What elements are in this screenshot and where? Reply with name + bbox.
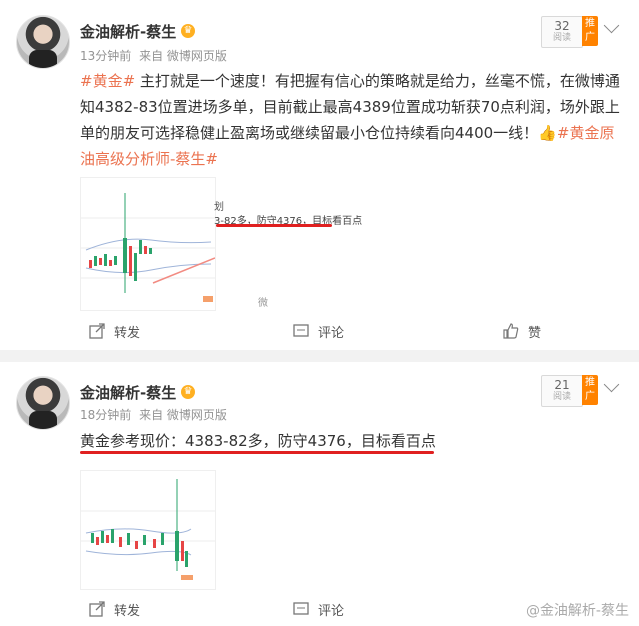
forward-button[interactable]: 转发 — [88, 594, 140, 624]
read-count-label: 阅读 — [552, 392, 571, 402]
read-count-box: 32 阅读 — [541, 16, 583, 48]
action-bar: 转发 评论 赞 — [0, 316, 639, 346]
forward-label: 转发 — [114, 325, 141, 341]
read-count-label: 阅读 — [552, 33, 571, 43]
promote-button[interactable]: 推广 — [582, 375, 598, 405]
comment-button[interactable]: 评论 — [292, 316, 344, 346]
watermark: @金油解析-蔡生 — [525, 603, 629, 619]
post-card: 金油解析-蔡生 ♛ 13分钟前 来自 微博网页版 32 阅读 推广 #黄金# 主… — [0, 0, 639, 350]
promote-button[interactable]: 推广 — [582, 16, 598, 46]
comment-icon — [293, 324, 309, 337]
forward-button[interactable]: 转发 — [88, 316, 140, 346]
chevron-down-icon[interactable] — [603, 17, 620, 34]
avatar[interactable] — [16, 376, 70, 430]
like-button[interactable]: 赞 — [502, 316, 541, 346]
image-snippet-caption: 微 — [258, 298, 268, 309]
author-name[interactable]: 金油解析-蔡生 — [80, 21, 176, 42]
post-image[interactable] — [80, 177, 216, 311]
comment-button[interactable]: 评论 — [292, 594, 344, 624]
image-snippet-label: 划 — [214, 202, 224, 213]
read-count: 32 — [554, 19, 570, 33]
like-label: 赞 — [528, 325, 542, 341]
forward-label: 转发 — [114, 603, 141, 619]
highlight-underline — [216, 224, 332, 227]
read-count-box: 21 阅读 — [541, 375, 583, 407]
chart-screenshot — [81, 178, 215, 310]
comment-label: 评论 — [318, 325, 345, 341]
forward-icon — [89, 323, 105, 339]
avatar[interactable] — [16, 15, 70, 69]
post-meta: 13分钟前 来自 微博网页版 — [80, 47, 231, 64]
post-card: 金油解析-蔡生 ♛ 18分钟前 来自 微博网页版 21 阅读 推广 黄金参考现价… — [0, 362, 639, 626]
post-source: 来自 微博网页版 — [139, 49, 227, 63]
highlight-underline — [80, 451, 434, 454]
chevron-down-icon[interactable] — [603, 376, 620, 393]
chart-screenshot — [81, 471, 215, 589]
topic-tag[interactable]: #黄金# — [80, 72, 135, 90]
post-source: 来自 微博网页版 — [139, 408, 227, 422]
comment-icon — [293, 602, 309, 615]
vip-badge-icon: ♛ — [181, 24, 195, 38]
post-meta: 18分钟前 来自 微博网页版 — [80, 406, 231, 423]
post-time[interactable]: 18分钟前 — [80, 408, 131, 422]
author-name[interactable]: 金油解析-蔡生 — [80, 382, 176, 403]
forward-icon — [89, 601, 105, 617]
read-count: 21 — [554, 378, 570, 392]
thumbs-up-emoji: 👍 — [538, 124, 557, 142]
post-text: #黄金# 主打就是一个速度！有把握有信心的策略就是给力，丝毫不慌，在微博通知43… — [80, 68, 620, 172]
post-body: 黄金参考现价：4383-82多，防守4376，目标看百点 — [80, 432, 436, 450]
post-image[interactable] — [80, 470, 216, 590]
vip-badge-icon: ♛ — [181, 385, 195, 399]
comment-label: 评论 — [318, 603, 345, 619]
thumbs-up-icon — [503, 323, 519, 339]
post-time[interactable]: 13分钟前 — [80, 49, 131, 63]
